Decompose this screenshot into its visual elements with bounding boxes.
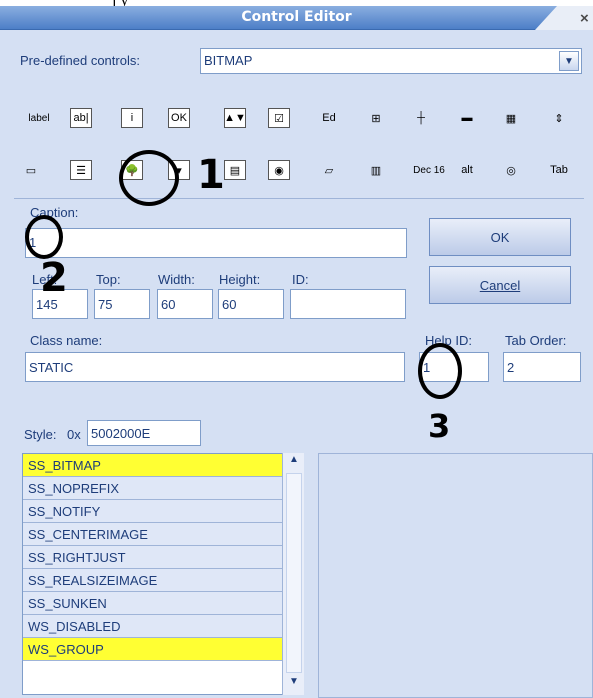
annotation-circle-1 [119,150,179,206]
predefined-select[interactable]: BITMAP [200,48,582,74]
list-item[interactable]: SS_BITMAP [23,454,303,477]
updown-tool-icon[interactable]: ⇕ [548,108,570,128]
checkbox-tool-icon[interactable]: ☑ [268,108,290,128]
classname-label: Class name: [30,333,103,348]
height-label: Height: [219,272,261,287]
title-bar: Control Editor × [0,6,593,30]
width-label: Width: [158,272,195,287]
scroll-down-icon[interactable]: ▼ [286,676,302,692]
taborder-label: Tab Order: [505,333,567,348]
style-list-scrollbar[interactable]: ▲ ▼ [282,453,304,695]
top-label: Top: [96,272,121,287]
list-item[interactable]: WS_GROUP [23,638,303,661]
alt-tool-icon[interactable]: alt [456,160,478,180]
slider-tool-icon[interactable]: ┼ [410,108,432,128]
groupbox-tool-icon[interactable]: ▭ [20,160,42,180]
list-item[interactable]: SS_NOPREFIX [23,477,303,500]
style-prefix: 0x [67,427,81,442]
scroll-up-icon[interactable]: ▲ [286,454,302,470]
list-item[interactable]: SS_REALSIZEIMAGE [23,569,303,592]
ok-button[interactable]: OK [429,218,571,256]
list-item[interactable]: SS_RIGHTJUST [23,546,303,569]
caption-input[interactable]: 1 [25,228,407,258]
cancel-button[interactable]: Cancel [429,266,571,304]
list-item[interactable]: WS_DISABLED [23,615,303,638]
listbox-tool-icon[interactable]: ☰ [70,160,92,180]
height-input[interactable]: 60 [218,289,284,319]
annotation-circle-3 [418,343,462,399]
close-icon[interactable]: × [580,10,589,27]
spin-tool-icon[interactable]: ▲▼ [224,108,246,128]
shape-tool-icon[interactable]: ▱ [318,160,340,180]
window-title: Control Editor [241,9,352,25]
top-input[interactable]: 75 [94,289,150,319]
taborder-input[interactable]: 2 [503,352,581,382]
label-tool-icon[interactable]: label [20,108,58,128]
annotation-number-1: 1 [197,152,225,198]
treeview-tool-icon[interactable]: ⊞ [365,108,387,128]
animation-tool-icon[interactable]: ◎ [500,160,522,180]
listctrl-tool-icon[interactable]: ▥ [365,160,387,180]
classname-input[interactable]: STATIC [25,352,405,382]
scroll-thumb[interactable] [286,473,302,673]
annotation-circle-2 [25,215,63,259]
id-input[interactable] [290,289,406,319]
edit-tool-icon[interactable]: ab| [70,108,92,128]
listview-tool-icon[interactable]: ▤ [224,160,246,180]
tab-tool-icon[interactable]: Tab [548,160,570,180]
style-label: Style: [24,427,57,442]
dec-tool-icon[interactable]: Dec 16 [410,160,448,180]
radio-tool-icon[interactable]: ◉ [268,160,290,180]
list-item[interactable]: SS_SUNKEN [23,592,303,615]
list-item[interactable]: SS_CENTERIMAGE [23,523,303,546]
richedit-tool-icon[interactable]: Ed [318,108,340,128]
annotation-number-2: 2 [40,255,68,301]
style-description-panel [318,453,593,698]
button-tool-icon[interactable]: OK [168,108,190,128]
chevron-down-icon[interactable]: ▼ [559,51,579,71]
style-list[interactable]: SS_BITMAP SS_NOPREFIX SS_NOTIFY SS_CENTERIM… [22,453,304,695]
width-input[interactable]: 60 [157,289,213,319]
toolbar-divider [14,198,584,199]
style-input[interactable]: 5002000E [87,420,201,446]
annotation-number-3: 3 [428,407,451,445]
progress-tool-icon[interactable]: ▬ [456,108,478,128]
id-label: ID: [292,272,309,287]
info-tool-icon[interactable]: i [121,108,143,128]
list-item[interactable]: SS_NOTIFY [23,500,303,523]
predefined-label: Pre-defined controls: [20,53,140,68]
calendar-tool-icon[interactable]: ▦ [500,108,522,128]
